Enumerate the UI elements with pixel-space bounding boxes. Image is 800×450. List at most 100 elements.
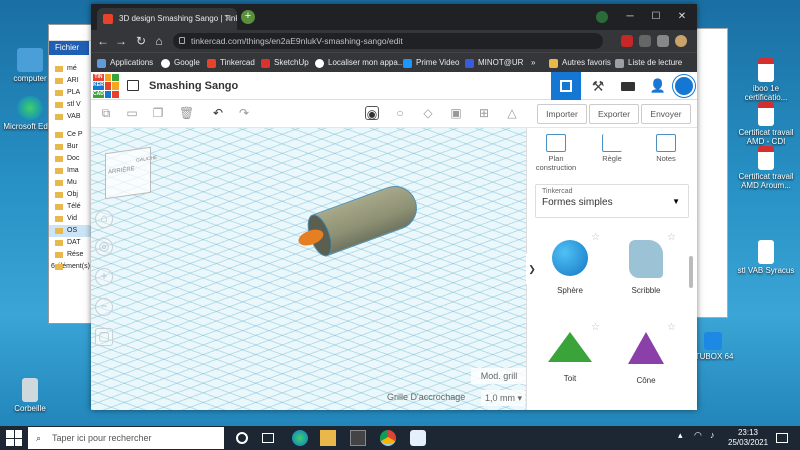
shapes-panel: Plan construction Règle Notes Tinkercad … — [526, 128, 697, 410]
bookmark-item[interactable]: Tinkercad — [207, 53, 255, 73]
other-bookmarks[interactable]: Autres favoris — [549, 53, 611, 73]
forward-arrow-icon[interactable]: → — [113, 30, 129, 52]
export-button[interactable]: Exporter — [589, 104, 639, 124]
browser-tab[interactable]: 3D design Smashing Sango | Tinkercad ✕ — [97, 8, 237, 30]
adblock-extension-icon[interactable] — [621, 35, 633, 47]
windows-start-icon[interactable] — [6, 430, 22, 446]
url-input[interactable]: tinkercad.com/things/en2aE9nlukV-smashin… — [173, 33, 603, 49]
home-view-icon[interactable]: ⌂ — [95, 210, 113, 228]
app-taskbar-icon[interactable] — [410, 430, 426, 446]
send-button[interactable]: Envoyer — [641, 104, 691, 124]
account-avatar-icon[interactable] — [675, 35, 687, 47]
panel-collapse-button[interactable]: ❯ — [526, 254, 538, 284]
favorite-star-icon[interactable]: ☆ — [667, 232, 676, 243]
puzzle-extensions-icon[interactable] — [657, 35, 669, 47]
shape-sphere[interactable]: Sphère — [535, 240, 605, 295]
desktop-icon-pdf-2[interactable]: Certificat travail AMD - CDI — [736, 102, 796, 146]
shape-cone[interactable]: Cône — [611, 332, 681, 385]
undo-icon[interactable]: ↶ — [211, 106, 225, 120]
bookmark-item[interactable]: Google — [161, 53, 200, 73]
favorite-star-icon[interactable]: ☆ — [591, 232, 600, 243]
design-menu-icon[interactable] — [127, 80, 139, 91]
edit-grid-button[interactable]: Mod. grill — [471, 368, 526, 384]
redo-icon[interactable]: ↷ — [237, 106, 251, 120]
chrome-window[interactable]: 3D design Smashing Sango | Tinkercad ✕ +… — [91, 4, 697, 410]
back-arrow-icon[interactable]: ← — [95, 30, 111, 52]
desktop-icon-recycle-bin[interactable]: Corbeille — [0, 378, 60, 413]
desktop-icon-pdf-1[interactable]: iboo 1e certificatio... — [736, 58, 796, 102]
explorer-ribbon-file[interactable]: Fichier — [49, 41, 89, 55]
reload-icon[interactable]: ↻ — [133, 30, 149, 52]
shape-tool-icon[interactable]: ◇ — [421, 106, 435, 120]
new-tab-button[interactable]: + — [241, 10, 255, 24]
view-eye-icon[interactable]: ◉ — [365, 106, 379, 121]
blocks-view-button[interactable]: ⚒ — [583, 72, 613, 100]
task-view-icon[interactable] — [262, 433, 274, 443]
reading-list[interactable]: Liste de lecture — [615, 53, 682, 73]
recycle-bin-icon — [22, 378, 38, 402]
bookmark-item[interactable]: Applications — [97, 53, 153, 73]
view-cube[interactable]: ARRIÈRE GAUCHE — [105, 146, 157, 200]
notifications-icon[interactable] — [776, 433, 788, 443]
zoom-in-icon[interactable]: + — [95, 268, 113, 286]
shape-roof[interactable]: Toit — [535, 332, 605, 383]
shape-library-select[interactable]: Tinkercad Formes simples ▼ — [535, 184, 689, 218]
extension-icon[interactable] — [639, 35, 651, 47]
fit-view-icon[interactable]: ◎ — [95, 238, 113, 256]
home-icon[interactable]: ⌂ — [151, 30, 167, 52]
brick-icon — [621, 82, 635, 91]
paste-icon[interactable]: ▭ — [125, 106, 139, 120]
cortana-icon[interactable] — [236, 432, 248, 444]
workplane-canvas[interactable]: ARRIÈRE GAUCHE ⌂ ◎ + − ▢ Mod. grill Gril… — [91, 128, 526, 410]
desktop-icon-stl[interactable]: stl VAB Syracus — [736, 240, 796, 275]
notes-tool[interactable]: Notes — [641, 134, 691, 163]
bookmark-item[interactable]: SketchUp — [261, 53, 309, 73]
shape-scribble[interactable]: Scribble — [611, 240, 681, 295]
orthographic-icon[interactable]: ▢ — [95, 328, 113, 346]
3d-object-cylinder[interactable] — [296, 175, 427, 264]
network-icon[interactable]: ▴ — [678, 430, 694, 446]
tinkercad-logo[interactable]: TIN KER CAD — [93, 74, 119, 98]
mirror-icon[interactable]: △ — [505, 106, 519, 120]
group-icon[interactable]: ▣ — [449, 106, 463, 120]
user-avatar[interactable] — [669, 72, 699, 100]
import-button[interactable]: Importer — [537, 104, 587, 124]
ruler-icon — [602, 134, 622, 152]
wifi-icon[interactable]: ◠ — [694, 430, 710, 446]
copy-icon[interactable]: ⧉ — [99, 106, 113, 120]
view-3d-button[interactable] — [551, 72, 581, 100]
design-title[interactable]: Smashing Sango — [149, 72, 238, 100]
ruler-tool[interactable]: Règle — [587, 134, 637, 163]
duplicate-icon[interactable]: ❐ — [151, 106, 165, 120]
bookmark-item[interactable]: Localiser mon appa... — [315, 53, 405, 73]
chrome-taskbar-icon[interactable] — [380, 430, 396, 446]
bricks-view-button[interactable] — [613, 72, 643, 100]
close-tab-icon[interactable]: ✕ — [224, 8, 231, 30]
scribble-icon — [629, 240, 663, 278]
snap-grid-select[interactable]: 1,0 mm ▾ — [481, 390, 525, 406]
close-window-button[interactable]: ✕ — [671, 4, 693, 30]
align-icon[interactable]: ⊞ — [477, 106, 491, 120]
file-explorer-taskbar-icon[interactable] — [320, 430, 336, 446]
favorite-star-icon[interactable]: ☆ — [667, 322, 676, 333]
bookmark-item[interactable]: Prime Video — [403, 53, 459, 73]
store-taskbar-icon[interactable] — [350, 430, 366, 446]
volume-icon[interactable]: ♪ — [710, 430, 726, 446]
bookmark-item[interactable]: MINOT@UR — [465, 53, 523, 73]
edge-taskbar-icon[interactable] — [292, 430, 308, 446]
taskbar-search-input[interactable]: ⌕ Taper ici pour rechercher — [28, 427, 224, 449]
minimize-button[interactable]: ─ — [619, 4, 641, 30]
zoom-out-icon[interactable]: − — [95, 298, 113, 316]
avatar-icon — [673, 75, 695, 97]
roof-icon — [548, 332, 592, 362]
light-bulb-icon[interactable]: ○ — [393, 106, 407, 120]
app-icon — [704, 332, 722, 350]
clock[interactable]: 23:13 25/03/2021 — [728, 428, 768, 448]
panel-scrollbar[interactable] — [689, 256, 693, 288]
bookmarks-more-button[interactable]: » — [531, 53, 535, 73]
delete-icon[interactable]: 🗑 — [179, 106, 194, 120]
favorite-star-icon[interactable]: ☆ — [591, 322, 600, 333]
maximize-button[interactable]: ☐ — [645, 4, 667, 30]
workplane-tool[interactable]: Plan construction — [531, 134, 581, 172]
desktop-icon-pdf-3[interactable]: Certificat travail AMD Aroum... — [736, 146, 796, 190]
